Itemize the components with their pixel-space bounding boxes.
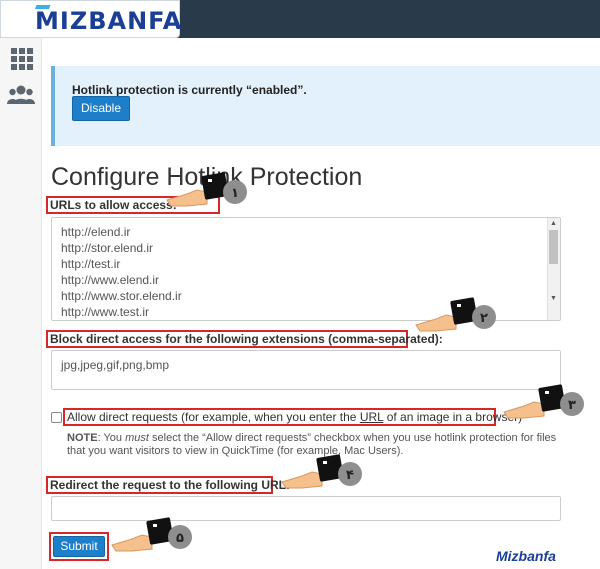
scrollbar-thumb[interactable] [549, 230, 558, 264]
grid-icon[interactable] [9, 46, 35, 72]
url-line: http://www.stor.elend.ir [61, 289, 182, 303]
watermark-logo: Mizbanfa [496, 548, 556, 564]
top-bar: MIZBANFA [0, 0, 600, 38]
url-line: http://stor.elend.ir [61, 241, 154, 255]
hotlink-status-message: Hotlink protection is currently “enabled… [72, 83, 307, 97]
allow-direct-label-url: URL [359, 410, 384, 424]
note-part1: : You [97, 432, 126, 444]
urls-label: URLs to allow access: [50, 198, 177, 212]
users-icon[interactable] [7, 82, 35, 108]
step-number-4: ۴ [346, 468, 354, 483]
pointing-hand-icon: ۳ [503, 384, 584, 419]
extensions-label: Block direct access for the following ex… [50, 332, 443, 346]
note-prefix: NOTE [67, 432, 98, 444]
url-line: http://elend.ir [61, 225, 131, 239]
allow-direct-requests-checkbox[interactable] [51, 412, 62, 423]
allow-direct-label-before: Allow direct requests (for example, when… [67, 410, 360, 424]
step-number-2: ۲ [480, 311, 488, 326]
logo-text: MIZBANFA [35, 7, 183, 35]
brand-logo[interactable]: MIZBANFA [0, 0, 183, 38]
note-must: must [125, 432, 149, 444]
pointing-hand-icon: ۱ [166, 172, 247, 207]
pointing-hand-icon: ۵ [111, 517, 192, 552]
step-number-3: ۳ [568, 398, 576, 413]
pointing-hand-icon: ۴ [281, 454, 362, 489]
blocked-extensions-input[interactable]: jpg,jpeg,gif,png,bmp [51, 350, 561, 390]
scroll-up-icon[interactable]: ▲ [549, 219, 558, 228]
url-line: http://www.elend.ir [61, 273, 160, 287]
step-number-1: ۱ [231, 186, 239, 201]
submit-button[interactable]: Submit [53, 536, 105, 557]
hotlink-status-alert: Hotlink protection is currently “enabled… [51, 66, 600, 146]
url-line: http://www.test.ir [61, 305, 150, 319]
allow-direct-requests-label[interactable]: Allow direct requests (for example, when… [67, 410, 522, 424]
url-line: http://test.ir [61, 257, 121, 271]
blocked-extensions-value: jpg,jpeg,gif,png,bmp [61, 358, 170, 372]
pointing-hand-icon: ۲ [415, 297, 496, 332]
sidebar [0, 38, 42, 569]
disable-button[interactable]: Disable [72, 96, 130, 121]
scroll-down-icon[interactable]: ▼ [549, 294, 558, 303]
redirect-label: Redirect the request to the following UR… [50, 478, 291, 492]
textarea-scrollbar[interactable]: ▲ ▼ [547, 218, 560, 320]
step-number-5: ۵ [176, 531, 184, 546]
